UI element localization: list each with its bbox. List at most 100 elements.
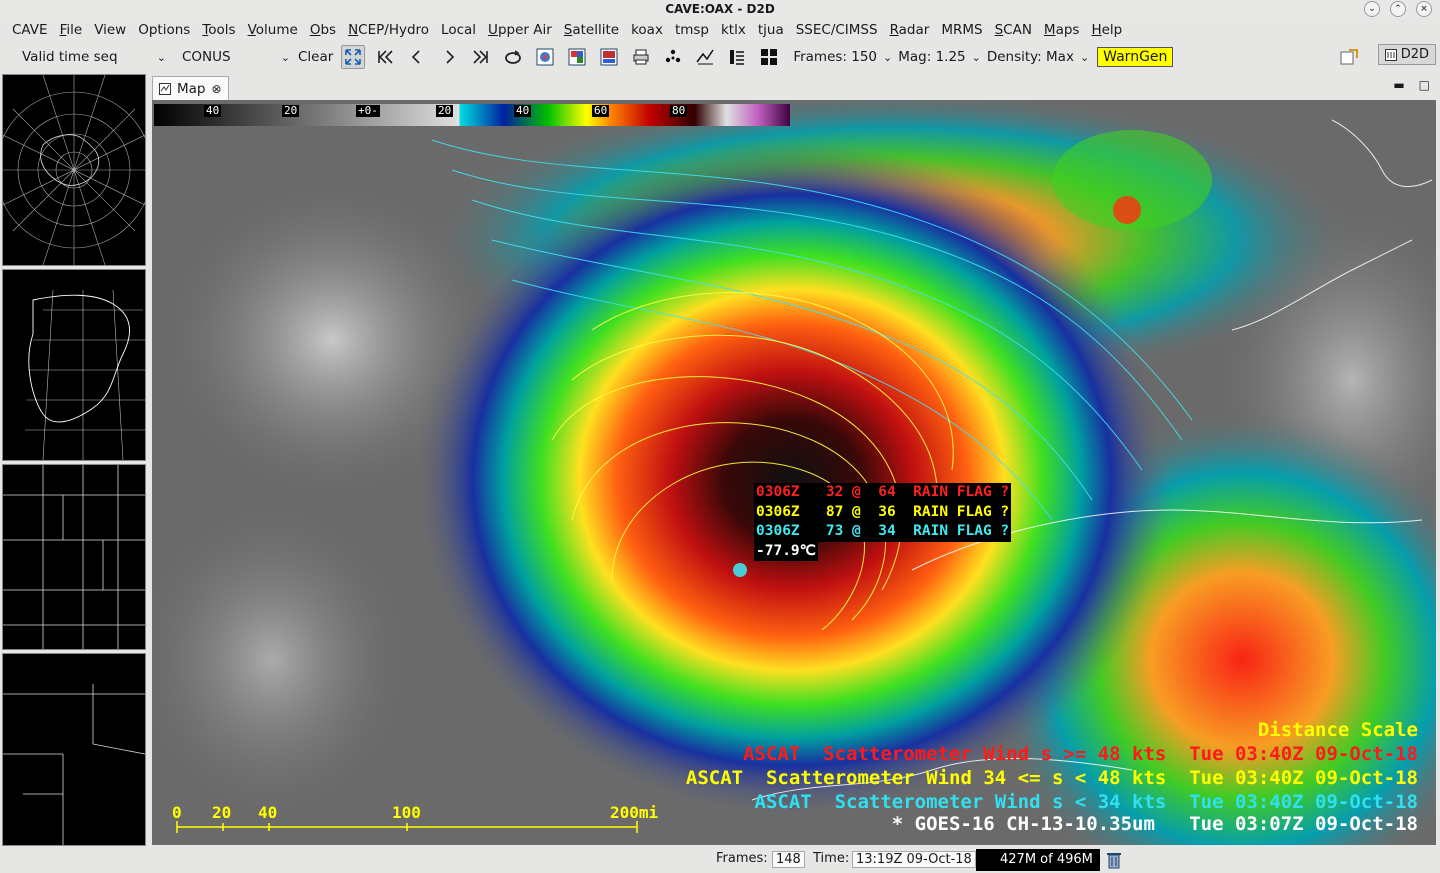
open-perspective-icon[interactable] [1340,48,1360,66]
panel-layout-icon [761,49,778,65]
menu-local[interactable]: Local [435,18,482,42]
image-properties-button[interactable] [533,45,557,69]
chevron-down-icon: ⌄ [280,50,290,64]
menu-radar[interactable]: Radar [884,18,936,42]
trash-icon[interactable] [1106,851,1122,869]
chevron-down-icon: ⌄ [1079,50,1090,64]
window-titlebar: CAVE:OAX - D2D ⌄ ⌃ × [0,0,1440,18]
northern-hemisphere-map-icon [3,75,145,265]
menu-koax[interactable]: koax [625,18,669,42]
maximize-window-button[interactable]: ⌃ [1390,1,1406,17]
memory-usage-label: 427M of 496M [1000,852,1093,867]
previous-frame-button[interactable] [405,45,429,69]
time-mode-dropdown[interactable]: Valid time seq ⌄ [22,49,172,65]
minimize-window-button[interactable]: ⌄ [1364,1,1380,17]
memory-usage: 427M of 496M [976,849,1100,871]
menu-upper-air[interactable]: Upper Air [482,18,558,42]
cursor-readout-button[interactable] [693,45,717,69]
frames-count: 148 [772,851,805,868]
thumbnail-north-america[interactable] [2,269,146,461]
menu-tools[interactable]: Tools [196,18,241,42]
editor-tab-bar: Map ⊗ ▬ □ [150,76,1436,100]
maximize-editor-button[interactable]: □ [1419,78,1430,92]
cursor-readout-icon [696,49,714,65]
time-label: Time: [813,851,850,866]
menu-tjua[interactable]: tjua [752,18,790,42]
north-america-map-icon [25,289,145,460]
chevron-right-icon [446,50,455,64]
menu-help[interactable]: Help [1085,18,1128,42]
menu-options[interactable]: Options [132,18,196,42]
menu-ncep-hydro[interactable]: NCEP/Hydro [342,18,435,42]
tab-map[interactable]: Map ⊗ [152,76,229,100]
menu-view[interactable]: View [88,18,132,42]
chevron-down-icon: ⌄ [883,50,893,64]
expand-icon [345,49,362,65]
map-tab-icon [159,82,171,95]
menu-cave[interactable]: CAVE [6,18,54,42]
magnification-dropdown[interactable]: Mag: 1.25 ⌄ [898,49,981,65]
menu-ssec-cimss[interactable]: SSEC/CIMSS [790,18,884,42]
local-counties-map-icon [3,684,145,845]
first-frame-button[interactable] [373,45,397,69]
toolbar: Valid time seq ⌄ CONUS ⌄ Clear Frames: 1… [0,42,1440,72]
next-frame-button[interactable] [437,45,461,69]
zoom-extent-button[interactable] [341,45,366,69]
menu-satellite[interactable]: Satellite [558,18,625,42]
first-frame-icon [378,50,393,64]
magnification-value: Mag: 1.25 [898,49,966,65]
menu-ktlx[interactable]: ktlx [715,18,752,42]
map-display[interactable]: 40 20 +0- 20 40 60 80 0306Z 32 @ 64 RAIN… [152,100,1436,845]
display-properties-icon [600,48,618,66]
printer-icon [633,49,649,65]
time-mode-value: Valid time seq [22,49,118,65]
menu-obs[interactable]: Obs [304,18,342,42]
distance-scale [176,821,638,833]
thumbnail-local[interactable] [2,653,146,846]
last-frame-button[interactable] [469,45,493,69]
scale-label: 200mi [610,803,659,822]
clear-button[interactable]: Clear [298,49,333,65]
loop-button[interactable] [501,45,525,69]
density-value: Density: Max [986,49,1074,65]
legend-button[interactable] [725,45,749,69]
frames-label: Frames: [716,851,768,866]
scale-label: 40 [258,803,278,822]
menu-maps[interactable]: Maps [1038,18,1086,42]
menu-file[interactable]: File [54,18,89,42]
perspective-icon [1384,48,1397,61]
menu-tmsp[interactable]: tmsp [669,18,715,42]
last-frame-icon [473,50,489,64]
pane-thumbnails [0,72,148,848]
d2d-label: D2D [1400,47,1429,62]
image-combination-button[interactable] [565,45,589,69]
display-properties-button[interactable] [597,45,621,69]
scale-label: 20 [212,803,232,822]
loop-icon [505,50,522,64]
warngen-button[interactable]: WarnGen [1097,47,1174,67]
scale-dropdown[interactable]: CONUS ⌄ [182,49,290,65]
statusbar: Frames: 148 Time: 13:19Z 09-Oct-18 427M … [0,848,1440,873]
sample-button[interactable] [661,45,685,69]
menu-mrms[interactable]: MRMS [935,18,988,42]
panel-layout-button[interactable] [757,45,781,69]
scale-label: 0 [172,803,182,822]
scale-label: 100 [392,803,421,822]
time-value: 13:19Z 09-Oct-18 [852,851,976,868]
menu-volume[interactable]: Volume [242,18,304,42]
frames-dropdown[interactable]: Frames: 150 ⌄ [793,49,892,65]
sample-dots-icon [666,49,681,63]
thumbnail-regional[interactable] [2,464,146,650]
chevron-down-icon: ⌄ [971,50,981,64]
close-window-button[interactable]: × [1416,1,1432,17]
image-combination-icon [568,48,586,66]
print-button[interactable] [629,45,653,69]
chevron-left-icon [412,50,420,64]
minimize-editor-button[interactable]: ▬ [1393,78,1404,92]
d2d-perspective-button[interactable]: D2D [1377,44,1436,65]
thumbnail-northern-hemisphere[interactable] [2,74,146,266]
density-dropdown[interactable]: Density: Max ⌄ [987,49,1089,65]
menu-scan[interactable]: SCAN [989,18,1038,42]
close-icon[interactable]: ⊗ [212,82,222,96]
tab-map-label: Map [177,80,206,97]
